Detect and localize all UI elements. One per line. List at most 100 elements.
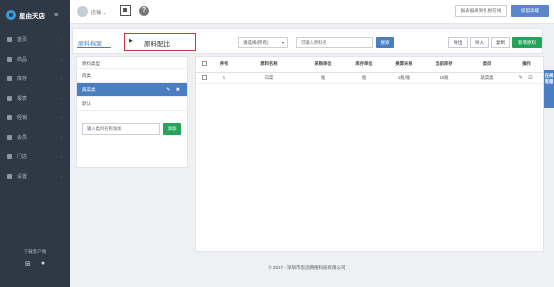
avatar[interactable] (77, 6, 88, 17)
import-button[interactable]: 导入 (470, 37, 489, 48)
col-index: 序号 (212, 57, 236, 73)
sidebar-item-home[interactable]: 首页 › (0, 30, 70, 50)
chevron-right-icon: › (60, 37, 62, 43)
category-item[interactable]: 蔬菜类 ✎ ✖ (77, 83, 187, 97)
sidebar-item-label: 经销 (17, 115, 28, 122)
table-row[interactable]: 1 白菜 瓶 瓶 1瓶/瓶 10瓶 蔬菜类 ✎ ⊡ (196, 72, 543, 84)
qr-code-icon[interactable] (120, 5, 131, 16)
category-select[interactable]: 请选择(所有) ▾ (238, 37, 288, 48)
sidebar-item-label: 会员 (17, 134, 28, 141)
member-icon (7, 134, 12, 140)
row-action-icons[interactable]: ✎ ⊡ (510, 72, 543, 84)
play-arrow-icon: ▶ (129, 38, 133, 44)
select-all-checkbox[interactable] (201, 61, 207, 67)
tab-material-recipe[interactable]: ▶ 原料配比 (124, 33, 196, 51)
sidebar: 星由天店 ≡ 首页 › 商品 › 库存 › 报表 › 经销 › 会员 › 门店 › 设置 › 下… (0, 0, 70, 287)
apple-icon[interactable]: ● (41, 260, 45, 268)
store-icon (7, 154, 12, 160)
category-label: 默认 (82, 101, 91, 106)
copy-button[interactable]: 复制 (491, 37, 510, 48)
sidebar-item-store[interactable]: 门店 › (0, 147, 70, 167)
header-primary-button[interactable]: 扣留高端 (511, 5, 549, 17)
brand-name: 星由天店 (19, 13, 45, 20)
sidebar-item-dealer[interactable]: 经销 › (0, 108, 70, 128)
chevron-right-icon: › (60, 154, 62, 160)
cell-current-stock: 10瓶 (424, 72, 464, 84)
sidebar-item-report[interactable]: 报表 › (0, 89, 70, 109)
export-button[interactable]: 导出 (448, 37, 468, 48)
sidebar-item-member[interactable]: 会员 › (0, 128, 70, 148)
toolbar: 原料档案 ▶ 原料配比 请选择(所有) ▾ 可输入原料名 搜索 导出 导入 复制… (72, 28, 543, 54)
category-label: 蔬菜类 (82, 87, 96, 92)
brand: 星由天店 ≡ (0, 0, 70, 30)
category-panel: 原料类型 肉类 蔬菜类 ✎ ✖ 默认 输入类目名称添加 添加 (76, 56, 188, 168)
add-category-button[interactable]: 添加 (163, 123, 181, 135)
sidebar-item-settings[interactable]: 设置 › (0, 167, 70, 187)
chevron-right-icon: › (60, 56, 62, 62)
category-item[interactable]: 肉类 (77, 69, 187, 83)
dealer-icon (7, 115, 12, 121)
chevron-right-icon: › (60, 134, 62, 140)
sidebar-item-label: 库存 (17, 76, 28, 83)
search-button[interactable]: 搜索 (376, 37, 394, 48)
cell-stock-unit: 瓶 (344, 72, 384, 84)
category-panel-header: 原料类型 (77, 57, 187, 69)
material-table: 序号 原料名称 采购单位 库存单位 换算关系 当前库存 类目 操作 1 白菜 瓶… (196, 57, 543, 84)
col-current-stock: 当前库存 (424, 57, 464, 73)
sidebar-item-label: 报表 (17, 95, 28, 102)
col-actions: 操作 (510, 57, 543, 73)
main-content: 原料档案 ▶ 原料配比 请选择(所有) ▾ 可输入原料名 搜索 导出 导入 复制… (70, 24, 544, 252)
goods-icon (7, 56, 12, 62)
category-name-input[interactable]: 输入类目名称添加 (82, 123, 160, 135)
report-icon (7, 95, 12, 101)
cell-name: 白菜 (236, 72, 302, 84)
sidebar-item-label: 首页 (17, 37, 28, 44)
top-bar: 店铺 ⌄ ? 报表偏离到扎根在线 扣留高端 (70, 0, 554, 24)
chevron-right-icon: › (60, 95, 62, 101)
cell-index: 1 (212, 72, 236, 84)
select-all-checkbox-cell[interactable] (196, 57, 212, 73)
row-checkbox-cell[interactable] (196, 72, 212, 84)
cell-conversion: 1瓶/瓶 (384, 72, 424, 84)
category-label: 肉类 (82, 73, 91, 78)
chevron-right-icon: › (60, 115, 62, 121)
chevron-down-icon: ⌄ (102, 10, 107, 16)
col-category: 类目 (464, 57, 510, 73)
table-header-row: 序号 原料名称 采购单位 库存单位 换算关系 当前库存 类目 操作 (196, 57, 543, 73)
brand-logo-icon (6, 10, 16, 20)
header-outline-button[interactable]: 报表偏离到扎根在线 (455, 5, 507, 17)
add-material-button[interactable]: 新增原料 (512, 37, 542, 48)
category-item[interactable]: 默认 (77, 97, 187, 111)
settings-icon (7, 173, 12, 179)
home-icon (7, 37, 12, 43)
sidebar-item-label: 门店 (17, 154, 28, 161)
material-table-panel: 序号 原料名称 采购单位 库存单位 换算关系 当前库存 类目 操作 1 白菜 瓶… (195, 56, 544, 252)
select-value: 请选择(所有) (243, 40, 269, 45)
cell-category: 蔬菜类 (464, 72, 510, 84)
chevron-right-icon: › (60, 76, 62, 82)
download-icons: ⊞ ● (0, 260, 70, 268)
windows-icon[interactable]: ⊞ (25, 260, 31, 268)
inventory-icon (7, 76, 12, 82)
username-text: 店铺 (91, 10, 102, 16)
sidebar-item-goods[interactable]: 商品 › (0, 50, 70, 70)
search-input[interactable]: 可输入原料名 (296, 37, 373, 48)
active-tab-underline (77, 47, 111, 48)
col-conversion: 换算关系 (384, 57, 424, 73)
cell-purchase-unit: 瓶 (302, 72, 344, 84)
chevron-right-icon: › (60, 173, 62, 179)
online-service-tab[interactable]: 在线客服 (544, 70, 554, 108)
col-purchase-unit: 采购单位 (302, 57, 344, 73)
help-icon[interactable]: ? (139, 6, 149, 16)
row-checkbox[interactable] (201, 74, 207, 80)
tab-recipe-label: 原料配比 (144, 41, 170, 48)
sidebar-item-inventory[interactable]: 库存 › (0, 69, 70, 89)
col-name: 原料名称 (236, 57, 302, 73)
edit-delete-icons[interactable]: ✎ ✖ (166, 83, 182, 97)
sidebar-item-label: 设置 (17, 173, 28, 180)
footer-copyright: © 2017 - 深圳市思迅网络科技有限公司 (268, 265, 346, 270)
sidebar-item-label: 商品 (17, 56, 28, 63)
menu-toggle-icon[interactable]: ≡ (54, 12, 58, 19)
download-client-label[interactable]: 下载客户端 (0, 249, 70, 255)
username[interactable]: 店铺 ⌄ (91, 9, 107, 16)
